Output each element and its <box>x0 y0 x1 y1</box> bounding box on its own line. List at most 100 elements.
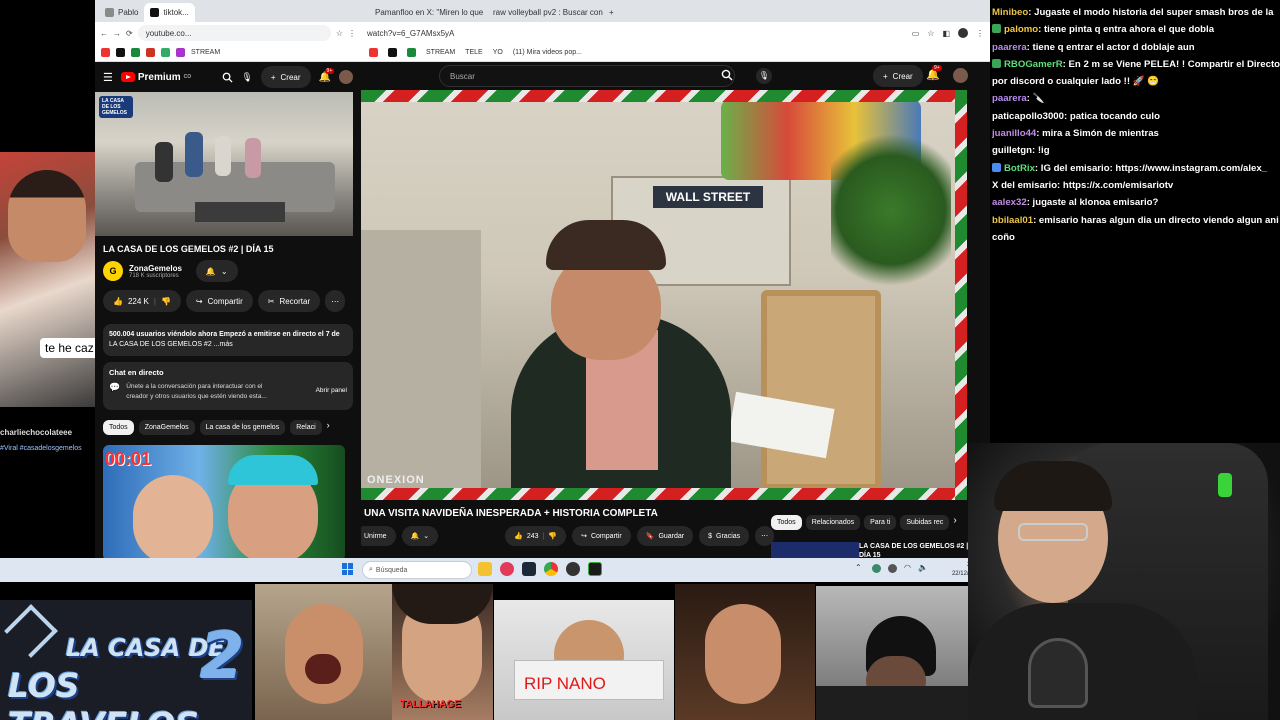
back-icon[interactable]: ← <box>100 29 108 38</box>
youtube-bookmark-icon[interactable] <box>369 48 378 57</box>
subscribed-bell-button[interactable]: 🔔 ⌄ <box>195 260 238 282</box>
description-box[interactable]: 500.004 usuarios viéndolo ahora Empezó a… <box>103 324 353 356</box>
thumbs-down-icon[interactable]: 👎 <box>548 532 557 540</box>
avatar[interactable] <box>339 70 353 84</box>
app-bookmark-icon[interactable] <box>407 48 416 57</box>
more-button[interactable]: ⋯ <box>325 290 346 312</box>
app-icon[interactable] <box>500 562 514 576</box>
bookmark-tele[interactable]: TELE <box>465 49 483 56</box>
x-bookmark-icon[interactable] <box>116 48 125 57</box>
app-icon[interactable] <box>588 562 602 576</box>
recommended-thumbnail[interactable] <box>771 542 859 558</box>
search-input[interactable]: Buscar <box>439 65 735 87</box>
channel-avatar[interactable]: G <box>103 261 123 281</box>
clip-button[interactable]: ✂ Recortar <box>257 290 321 312</box>
share-button[interactable]: ↪ Compartir <box>572 526 631 546</box>
notifications-icon[interactable]: 🔔 9+ <box>926 65 942 81</box>
recommended-title[interactable]: LA CASA DE LOS GEMELOS #2 | DÍA 15 <box>859 542 979 558</box>
file-explorer-icon[interactable] <box>478 562 492 576</box>
browser-tab-active[interactable]: tiktok... <box>144 3 195 22</box>
app-bookmark-icon[interactable] <box>161 48 170 57</box>
bookmark-yo[interactable]: YO <box>493 49 503 56</box>
tray-icon[interactable] <box>888 564 897 573</box>
chevron-up-icon[interactable]: ⌃ <box>855 563 862 572</box>
chip-zonagemelos[interactable]: ZonaGemelos <box>138 420 195 435</box>
like-button[interactable]: 👍 243 | 👎 <box>505 526 567 546</box>
chrome-icon[interactable] <box>544 562 558 576</box>
chat-username[interactable]: juanillo44 <box>992 128 1036 139</box>
tiktok-clip-video[interactable]: te he caz <box>0 152 95 407</box>
windows-start-icon[interactable] <box>342 563 354 575</box>
recommended-video-thumbnail[interactable]: 00:01 <box>103 445 345 558</box>
microphone-icon[interactable]: 🎙 <box>756 68 772 84</box>
chip-related[interactable]: Relacionados <box>805 515 861 530</box>
reload-icon[interactable]: ⟳ <box>126 29 133 38</box>
url-field[interactable]: watch?v=6_G7AMsx5yA <box>367 25 904 41</box>
bookmark-stream[interactable]: STREAM <box>426 49 455 56</box>
chat-username[interactable]: RBOGamerR <box>1004 59 1063 70</box>
chat-username[interactable]: aalex32 <box>992 197 1027 208</box>
hamburger-icon[interactable]: ☰ <box>103 71 113 84</box>
bell-button[interactable]: 🔔 ⌄ <box>401 526 439 546</box>
save-button[interactable]: 🔖 Guardar <box>636 526 694 546</box>
chat-username[interactable]: paticapollo3000 <box>992 111 1064 122</box>
chip-all[interactable]: Todos <box>771 515 802 530</box>
new-tab-button[interactable]: + <box>603 3 620 22</box>
chat-username[interactable]: BotRix <box>1004 163 1035 174</box>
app-bookmark-icon[interactable] <box>146 48 155 57</box>
chip-recent[interactable]: Subidas rec <box>900 515 950 530</box>
notifications-icon[interactable]: 🔔 9+ <box>319 67 335 83</box>
chat-username[interactable]: paarera <box>992 93 1027 104</box>
app-bookmark-icon[interactable] <box>131 48 140 57</box>
steam-icon[interactable] <box>522 562 536 576</box>
share-button[interactable]: ↪ Compartir <box>185 290 253 312</box>
chip-for-you[interactable]: Para ti <box>864 515 897 530</box>
browser-tab[interactable]: raw volleyball pv2 : Buscar con... <box>483 3 603 22</box>
chip-casa-gemelos[interactable]: La casa de los gemelos <box>199 420 286 435</box>
bookmark-videos[interactable]: (11) Mira videos pop... <box>513 49 582 56</box>
browser-tab[interactable]: Pablo <box>99 3 144 22</box>
join-button[interactable]: Unirme <box>361 526 396 546</box>
tray-icon[interactable] <box>872 564 881 573</box>
obs-icon[interactable] <box>566 562 580 576</box>
url-field[interactable]: youtube.co... <box>137 25 331 41</box>
avatar[interactable] <box>953 68 968 83</box>
chat-username[interactable]: paarera <box>992 42 1027 53</box>
volume-icon[interactable]: 🔈 <box>918 563 928 572</box>
search-icon[interactable] <box>721 69 733 81</box>
wifi-icon[interactable]: ◠ <box>904 563 911 572</box>
avatar[interactable] <box>958 28 968 38</box>
video-player-main[interactable]: WALL STREET ONEXION <box>361 90 967 500</box>
taskbar-search[interactable]: ⌕ Búsqueda <box>362 561 472 579</box>
thumbs-down-icon[interactable]: 👎 <box>161 297 171 306</box>
forward-icon[interactable]: → <box>113 29 121 38</box>
cast-icon[interactable]: ▭ <box>912 29 920 38</box>
create-button[interactable]: + Crear <box>260 66 311 88</box>
chat-username[interactable]: Minibeo <box>992 7 1028 18</box>
create-button[interactable]: + Crear <box>873 65 923 87</box>
menu-icon[interactable]: ⋮ <box>976 29 984 38</box>
twitch-bookmark-icon[interactable] <box>176 48 185 57</box>
chevron-right-icon[interactable]: › <box>327 420 330 435</box>
chat-username[interactable]: guilletgn <box>992 145 1032 156</box>
channel-name[interactable]: ZonaGemelos <box>129 264 182 273</box>
youtube-premium-logo[interactable]: Premium CO <box>120 72 191 83</box>
chat-username[interactable]: palomo <box>1004 24 1038 35</box>
video-player-small[interactable]: LA CASA DE LOS GEMELOS <box>95 92 353 236</box>
star-icon[interactable]: ☆ <box>927 29 934 38</box>
x-bookmark-icon[interactable] <box>388 48 397 57</box>
browser-tab[interactable]: Pamanfloo en X: "Miren lo que... <box>365 3 483 22</box>
star-icon[interactable]: ☆ <box>336 29 343 38</box>
bookmark-stream[interactable]: STREAM <box>191 49 220 56</box>
microphone-icon[interactable]: 🎙 <box>241 72 252 83</box>
chat-username[interactable]: bbilaal01 <box>992 215 1033 226</box>
open-panel-button[interactable]: Abrir panel <box>316 386 347 396</box>
youtube-bookmark-icon[interactable] <box>101 48 110 57</box>
search-icon[interactable] <box>222 72 233 83</box>
like-button[interactable]: 👍 224 K | 👎 <box>103 290 181 312</box>
chevron-right-icon[interactable]: › <box>953 515 956 530</box>
extensions-icon[interactable]: ◧ <box>942 29 950 38</box>
chip-all[interactable]: Todos <box>103 420 134 435</box>
chip-related[interactable]: Relaci <box>290 420 322 435</box>
thanks-button[interactable]: $ Gracias <box>699 526 750 546</box>
